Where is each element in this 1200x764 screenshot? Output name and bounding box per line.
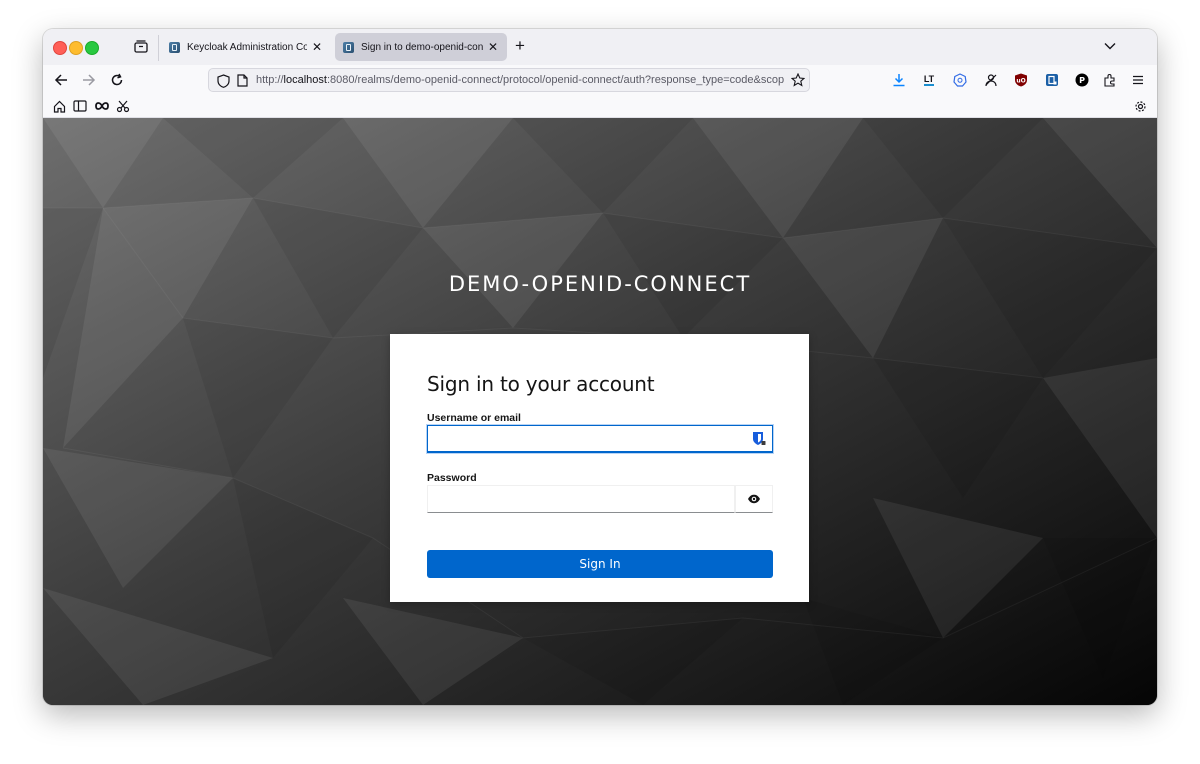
ublock-icon[interactable]: uO xyxy=(1013,72,1029,88)
page-content: DEMO-OPENID-CONNECT Sign in to your acco… xyxy=(43,118,1157,705)
card-title: Sign in to your account xyxy=(427,372,655,396)
username-input[interactable] xyxy=(427,425,773,453)
ublock-glyph: uO xyxy=(1016,78,1025,85)
home-icon xyxy=(53,100,65,113)
bookmark-star-icon[interactable] xyxy=(791,73,805,87)
reload-icon xyxy=(111,73,123,86)
window-close-button[interactable] xyxy=(53,41,67,55)
realm-title: DEMO-OPENID-CONNECT xyxy=(448,272,752,296)
eye-icon xyxy=(748,494,760,504)
sidebar-button[interactable] xyxy=(72,98,88,114)
account-icon[interactable] xyxy=(983,72,999,88)
extensions-button[interactable] xyxy=(1102,72,1118,88)
firefox-view-icon xyxy=(134,39,148,53)
firefox-view-button[interactable] xyxy=(133,38,149,54)
url-text[interactable]: http://localhost:8080/realms/demo-openid… xyxy=(256,74,784,88)
infinity-bookmark[interactable] xyxy=(94,98,110,114)
password-label: Password xyxy=(427,472,477,484)
chevron-down-icon[interactable] xyxy=(1103,39,1117,53)
helm-icon xyxy=(953,73,967,87)
sign-in-button[interactable]: Sign In xyxy=(427,550,773,578)
back-button[interactable] xyxy=(52,71,70,89)
url-host: localhost xyxy=(283,74,327,86)
p-extension-icon[interactable]: P xyxy=(1074,72,1090,88)
tab-title: Keycloak Administration Console xyxy=(187,41,307,53)
tab-title: Sign in to demo-openid-connect xyxy=(361,41,483,53)
url-bar[interactable]: http://localhost:8080/realms/demo-openid… xyxy=(208,68,810,92)
window-minimize-button[interactable] xyxy=(69,41,83,55)
tab-sign-in[interactable]: Sign in to demo-openid-connect ✕ xyxy=(335,33,507,61)
navigation-bar: http://localhost:8080/realms/demo-openid… xyxy=(43,65,1157,95)
ublock-shield-icon: uO xyxy=(1015,73,1027,87)
url-path: :8080/realms/demo-openid-connect/protoco… xyxy=(326,74,784,86)
new-tab-button[interactable]: + xyxy=(515,37,525,55)
tab-bar: Keycloak Administration Console ✕ Sign i… xyxy=(43,29,1157,65)
infinity-icon xyxy=(95,102,109,110)
window-maximize-button[interactable] xyxy=(85,41,99,55)
home-button[interactable] xyxy=(51,98,67,114)
close-tab-icon[interactable]: ✕ xyxy=(311,40,323,54)
scissors-bookmark[interactable] xyxy=(115,98,131,114)
reload-button[interactable] xyxy=(108,71,126,89)
keycloak-icon xyxy=(1046,74,1058,86)
close-tab-icon[interactable]: ✕ xyxy=(487,40,499,54)
scissors-icon xyxy=(116,100,130,113)
kubernetes-icon[interactable] xyxy=(952,72,968,88)
username-label: Username or email xyxy=(427,412,521,424)
downloads-button[interactable] xyxy=(891,72,907,88)
keycloak-favicon-icon xyxy=(169,41,180,53)
show-password-button[interactable] xyxy=(735,485,773,513)
keycloak-favicon-icon xyxy=(343,41,354,53)
browser-window: Keycloak Administration Console ✕ Sign i… xyxy=(43,29,1157,705)
p-extension-glyph: P xyxy=(1079,76,1085,85)
bitwarden-autofill-icon[interactable] xyxy=(752,431,766,446)
page-icon[interactable] xyxy=(237,74,248,87)
bookmarks-toolbar xyxy=(43,95,1157,118)
arrow-right-icon xyxy=(83,74,96,86)
keycloak-ext-icon[interactable] xyxy=(1044,72,1060,88)
customize-toolbar-button[interactable] xyxy=(1132,98,1148,114)
person-icon xyxy=(985,74,997,87)
password-input[interactable] xyxy=(427,485,735,513)
languagetool-icon[interactable]: LT xyxy=(921,72,937,88)
arrow-left-icon xyxy=(54,74,67,86)
hamburger-menu-icon xyxy=(1133,75,1143,85)
forward-button[interactable] xyxy=(80,71,98,89)
gear-icon xyxy=(1134,100,1146,112)
languagetool-glyph: LT xyxy=(923,73,935,86)
tab-keycloak-admin[interactable]: Keycloak Administration Console ✕ xyxy=(161,33,331,61)
url-scheme: http:// xyxy=(256,74,284,86)
tab-separator xyxy=(158,35,159,61)
app-menu-button[interactable] xyxy=(1130,72,1146,88)
login-card: Sign in to your account Username or emai… xyxy=(390,334,809,602)
sidebar-icon xyxy=(73,100,87,112)
p-circle-icon: P xyxy=(1075,73,1089,87)
download-icon xyxy=(893,74,905,87)
puzzle-icon xyxy=(1104,74,1115,87)
shield-icon[interactable] xyxy=(217,74,230,88)
